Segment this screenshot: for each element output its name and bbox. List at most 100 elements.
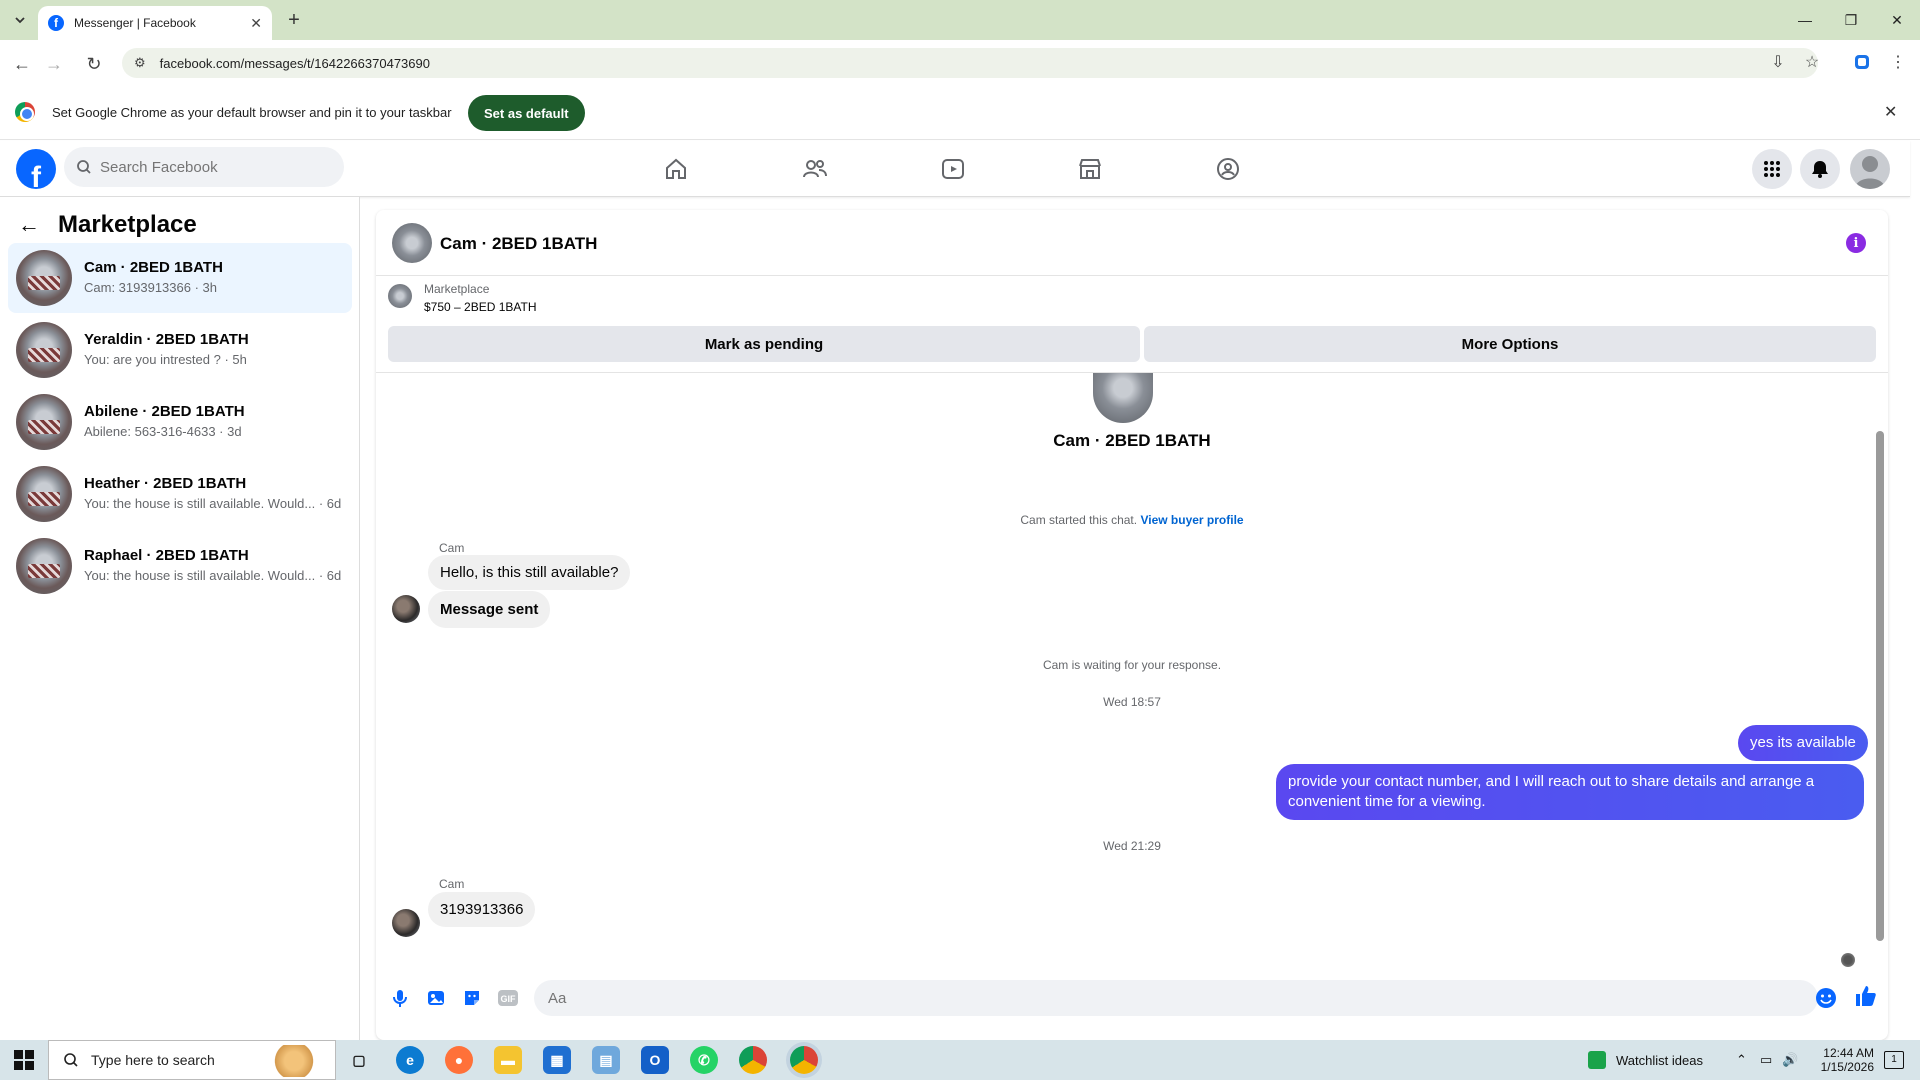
conversation-item[interactable]: Yeraldin · 2BED 1BATH You: are you intre… — [8, 315, 352, 385]
tray-chevron-icon[interactable]: ⌃ — [1736, 1040, 1747, 1080]
sender-avatar — [392, 909, 420, 937]
gif-icon[interactable]: GIF — [496, 986, 520, 1010]
microphone-icon[interactable] — [388, 986, 412, 1010]
incoming-message[interactable]: Hello, is this still available? — [428, 555, 631, 590]
message-thread[interactable]: Cam · 2BED 1BATH Cam started this chat. … — [376, 372, 1888, 967]
conversation-item[interactable]: Abilene · 2BED 1BATH Abilene: 563-316-46… — [8, 387, 352, 457]
task-view-icon[interactable]: ▢ — [345, 1046, 373, 1074]
sticker-icon[interactable] — [460, 986, 484, 1010]
outlook-icon[interactable]: O — [641, 1046, 669, 1074]
timestamp: Wed 18:57 — [1103, 695, 1161, 709]
default-browser-infobar: Set Google Chrome as your default browse… — [0, 86, 1920, 140]
incoming-message[interactable]: 3193913366 — [428, 892, 536, 927]
notepad-icon[interactable]: ▤ — [592, 1046, 620, 1074]
message-input[interactable] — [534, 980, 1734, 1016]
close-window-button[interactable]: ✕ — [1874, 0, 1920, 40]
chat-header-name[interactable]: Cam · 2BED 1BATH — [440, 234, 597, 254]
profile-avatar[interactable] — [1850, 149, 1890, 189]
listing-title: $750 – 2BED 1BATH — [424, 300, 537, 314]
set-as-default-button[interactable]: Set as default — [468, 95, 585, 131]
microsoft-store-icon[interactable]: ▦ — [543, 1046, 571, 1074]
minimize-button[interactable]: — — [1782, 0, 1828, 40]
conversation-item[interactable]: Raphael · 2BED 1BATH You: the house is s… — [8, 531, 352, 601]
back-arrow-icon[interactable]: ← — [18, 212, 40, 238]
home-icon[interactable] — [656, 149, 696, 189]
mark-as-pending-button[interactable]: Mark as pending — [388, 326, 1140, 362]
taskbar-search-box[interactable]: Type here to search — [48, 1040, 336, 1080]
message-composer: GIF — [376, 966, 1888, 1036]
search-icon — [64, 1053, 78, 1067]
incoming-message[interactable]: Message sent — [428, 591, 551, 628]
network-icon[interactable]: ▭ — [1760, 1040, 1772, 1080]
outgoing-message[interactable]: provide your contact number, and I will … — [1276, 764, 1864, 820]
windows-start-icon[interactable] — [14, 1050, 34, 1070]
photo-icon[interactable] — [424, 986, 448, 1010]
extension-icon[interactable] — [1848, 48, 1876, 76]
browser-menu-icon[interactable]: ⋮ — [1884, 48, 1912, 76]
whatsapp-icon[interactable]: ✆ — [690, 1046, 718, 1074]
notifications-bell-icon[interactable] — [1800, 149, 1840, 189]
chat-panel: Cam · 2BED 1BATH i Marketplace $750 – 2B… — [376, 210, 1888, 1040]
thread-scrollbar[interactable] — [1876, 381, 1884, 961]
address-bar[interactable]: ⚙ facebook.com/messages/t/16422663704736… — [122, 48, 1818, 78]
restore-button[interactable]: ❐ — [1828, 0, 1874, 40]
facebook-search-box[interactable] — [64, 147, 344, 187]
conversation-item[interactable]: Heather · 2BED 1BATH You: the house is s… — [8, 459, 352, 529]
infobar-close-icon[interactable]: ✕ — [1884, 102, 1897, 122]
facebook-logo-icon[interactable]: f — [16, 149, 56, 189]
emoji-icon[interactable] — [1814, 986, 1838, 1010]
taskbar-search-text: Type here to search — [91, 1052, 215, 1068]
volume-icon[interactable]: 🔊 — [1782, 1040, 1798, 1080]
more-options-button[interactable]: More Options — [1144, 326, 1876, 362]
marketplace-icon[interactable] — [1070, 149, 1110, 189]
forward-arrow-icon[interactable]: → — [40, 50, 68, 78]
tab-search-chevron-icon[interactable] — [8, 8, 32, 32]
taskbar-clock[interactable]: 12:44 AM 1/15/2026 — [1810, 1040, 1874, 1080]
conversation-name: Yeraldin · 2BED 1BATH — [84, 331, 249, 348]
conversation-preview: Abilene: 563-316-4633 · 3d — [84, 424, 242, 439]
chrome-logo-icon — [15, 102, 35, 122]
conversation-info-icon[interactable]: i — [1846, 233, 1866, 253]
conversation-avatar — [16, 250, 72, 306]
firefox-icon[interactable]: ● — [445, 1046, 473, 1074]
conversation-name: Raphael · 2BED 1BATH — [84, 547, 249, 564]
watchlist-widget[interactable]: Watchlist ideas — [1588, 1040, 1703, 1080]
chat-started-notice: Cam started this chat. View buyer profil… — [376, 513, 1888, 527]
listing-source: Marketplace — [424, 282, 490, 296]
groups-icon[interactable] — [1208, 149, 1248, 189]
edge-browser-icon[interactable]: e — [396, 1046, 424, 1074]
message-input-box[interactable] — [534, 980, 1818, 1016]
url-text[interactable]: facebook.com/messages/t/1642266370473690 — [160, 56, 430, 71]
chat-header: Cam · 2BED 1BATH i — [376, 210, 1888, 276]
conversation-preview: You: the house is still available. Would… — [84, 568, 342, 583]
scrollbar-thumb[interactable] — [1876, 431, 1884, 941]
back-arrow-icon[interactable]: ← — [8, 50, 36, 78]
tab-close-icon[interactable]: ✕ — [250, 15, 262, 32]
windows-taskbar: Type here to search ▢ e ● ▬ ▦ ▤ O ✆ Watc… — [0, 1040, 1920, 1080]
file-explorer-icon[interactable]: ▬ — [494, 1046, 522, 1074]
view-buyer-profile-link[interactable]: View buyer profile — [1140, 513, 1243, 527]
thumbs-up-icon[interactable] — [1854, 984, 1878, 1008]
site-info-icon[interactable]: ⚙ — [134, 55, 146, 71]
facebook-top-bar: f — [0, 141, 1910, 197]
seen-indicator-avatar — [1841, 953, 1855, 967]
browser-tab-messenger[interactable]: f Messenger | Facebook ✕ — [38, 6, 272, 40]
conversation-item[interactable]: Cam · 2BED 1BATH Cam: 3193913366 · 3h — [8, 243, 352, 313]
chrome-icon[interactable] — [739, 1046, 767, 1074]
search-highlight-image — [267, 1045, 321, 1077]
menu-grid-icon[interactable] — [1752, 149, 1792, 189]
conversation-avatar — [16, 466, 72, 522]
video-icon[interactable] — [933, 149, 973, 189]
browser-tab-strip: f Messenger | Facebook ✕ + — ❐ ✕ — [0, 0, 1920, 40]
notification-count: 1 — [1884, 1051, 1904, 1069]
outgoing-message[interactable]: yes its available — [1738, 725, 1868, 761]
new-tab-button[interactable]: + — [282, 8, 306, 32]
friends-icon[interactable] — [795, 149, 835, 189]
chrome-active-icon[interactable] — [790, 1046, 818, 1074]
chat-header-avatar[interactable] — [392, 223, 432, 263]
bookmark-star-icon[interactable]: ☆ — [1798, 48, 1826, 76]
search-input[interactable] — [100, 158, 300, 176]
notification-center-icon[interactable]: 1 — [1884, 1040, 1904, 1080]
reload-icon[interactable]: ↻ — [80, 50, 108, 78]
install-app-icon[interactable]: ⇩ — [1764, 48, 1792, 76]
